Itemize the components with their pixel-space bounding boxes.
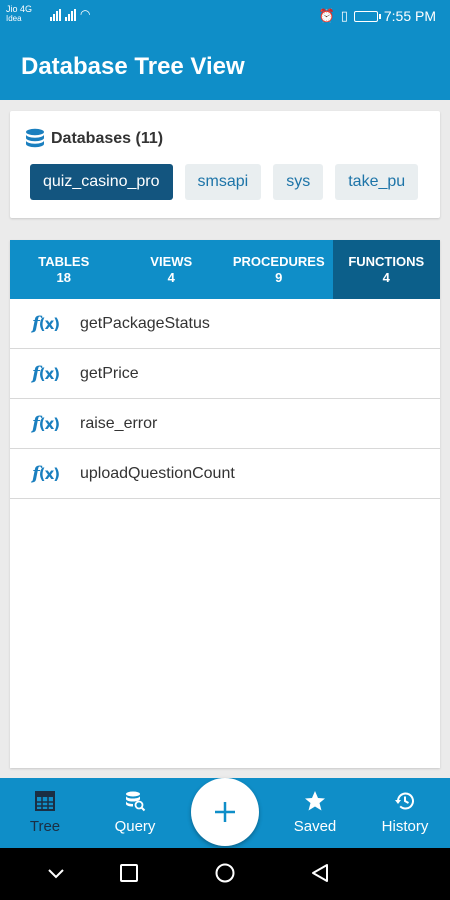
back-icon[interactable]	[310, 863, 330, 883]
function-name: raise_error	[80, 414, 158, 432]
signal-icon-2	[65, 9, 76, 21]
tab-count: 4	[382, 270, 390, 285]
database-chips: quiz_casino_pro smsapi sys take_pu	[30, 164, 419, 200]
databases-title: Databases (11)	[51, 130, 164, 147]
table-grid-icon	[35, 791, 55, 811]
status-right: ⏰ ▯ 7:55 PM	[319, 8, 436, 24]
tab-count: 9	[275, 270, 283, 285]
tab-count: 18	[56, 270, 71, 285]
list-item[interactable]: f(x) raise_error	[10, 399, 440, 449]
database-chip[interactable]: take_pu	[335, 164, 419, 200]
tab-label: PROCEDURES	[232, 254, 325, 269]
wifi-icon: ◠	[80, 7, 91, 21]
nav-tree[interactable]: Tree	[0, 790, 90, 835]
history-icon	[395, 792, 414, 810]
tab-label: FUNCTIONS	[348, 254, 425, 269]
function-icon: f(x)	[32, 313, 60, 334]
database-search-icon	[126, 791, 146, 812]
database-chip[interactable]: quiz_casino_pro	[30, 164, 173, 200]
list-item[interactable]: f(x) uploadQuestionCount	[10, 449, 440, 499]
nav-label: History	[381, 818, 429, 835]
nav-history[interactable]: History	[360, 790, 450, 835]
objects-card: TABLES 18 VIEWS 4 PROCEDURES 9 FUNCTIONS…	[10, 240, 440, 768]
function-icon: f(x)	[32, 363, 60, 384]
function-name: getPackageStatus	[80, 314, 210, 332]
signal-icon	[50, 9, 61, 21]
carrier-info: Jio 4G Idea	[6, 4, 32, 24]
app-bar: Database Tree View	[0, 32, 450, 100]
carrier-line2: Idea	[6, 14, 22, 23]
signal-icons: ◠	[50, 7, 90, 21]
list-item[interactable]: f(x) getPackageStatus	[10, 299, 440, 349]
tab-functions[interactable]: FUNCTIONS 4	[332, 240, 440, 299]
function-icon: f(x)	[32, 463, 60, 484]
carrier-line1: Jio 4G	[6, 4, 33, 14]
star-icon	[305, 791, 325, 811]
battery-icon	[353, 10, 381, 22]
status-time: 7:55 PM	[383, 8, 436, 24]
tab-label: TABLES	[38, 254, 90, 269]
databases-header: Databases (11)	[25, 128, 163, 150]
databases-card: Databases (11) quiz_casino_pro smsapi sy…	[10, 111, 440, 218]
list-item[interactable]: f(x) getPrice	[10, 349, 440, 399]
nav-saved[interactable]: Saved	[270, 790, 360, 835]
page-title: Database Tree View	[21, 53, 245, 80]
vibrate-icon: ▯	[340, 8, 348, 23]
tab-tables[interactable]: TABLES 18	[10, 240, 118, 299]
nav-label: Tree	[29, 818, 61, 835]
tab-views[interactable]: VIEWS 4	[118, 240, 226, 299]
database-icon	[26, 128, 44, 148]
tab-label: VIEWS	[150, 254, 193, 269]
function-name: uploadQuestionCount	[80, 464, 235, 482]
object-tabs: TABLES 18 VIEWS 4 PROCEDURES 9 FUNCTIONS…	[10, 240, 440, 299]
home-icon[interactable]	[215, 863, 235, 883]
recent-apps-icon[interactable]	[119, 863, 139, 883]
function-icon: f(x)	[32, 413, 60, 434]
chevron-down-icon[interactable]	[46, 863, 66, 883]
tab-count: 4	[167, 270, 175, 285]
database-chip[interactable]: sys	[273, 164, 324, 200]
plus-icon	[215, 802, 235, 822]
tab-procedures[interactable]: PROCEDURES 9	[225, 240, 333, 299]
nav-label: Query	[114, 818, 156, 835]
nav-label: Saved	[293, 818, 337, 835]
function-name: getPrice	[80, 364, 139, 382]
nav-query[interactable]: Query	[90, 790, 180, 835]
alarm-icon: ⏰	[318, 8, 335, 23]
system-nav-bar	[0, 848, 450, 900]
add-button[interactable]	[191, 778, 259, 846]
database-chip[interactable]: smsapi	[184, 164, 262, 200]
status-bar: Jio 4G Idea ◠ ⏰ ▯ 7:55 PM	[0, 0, 450, 32]
